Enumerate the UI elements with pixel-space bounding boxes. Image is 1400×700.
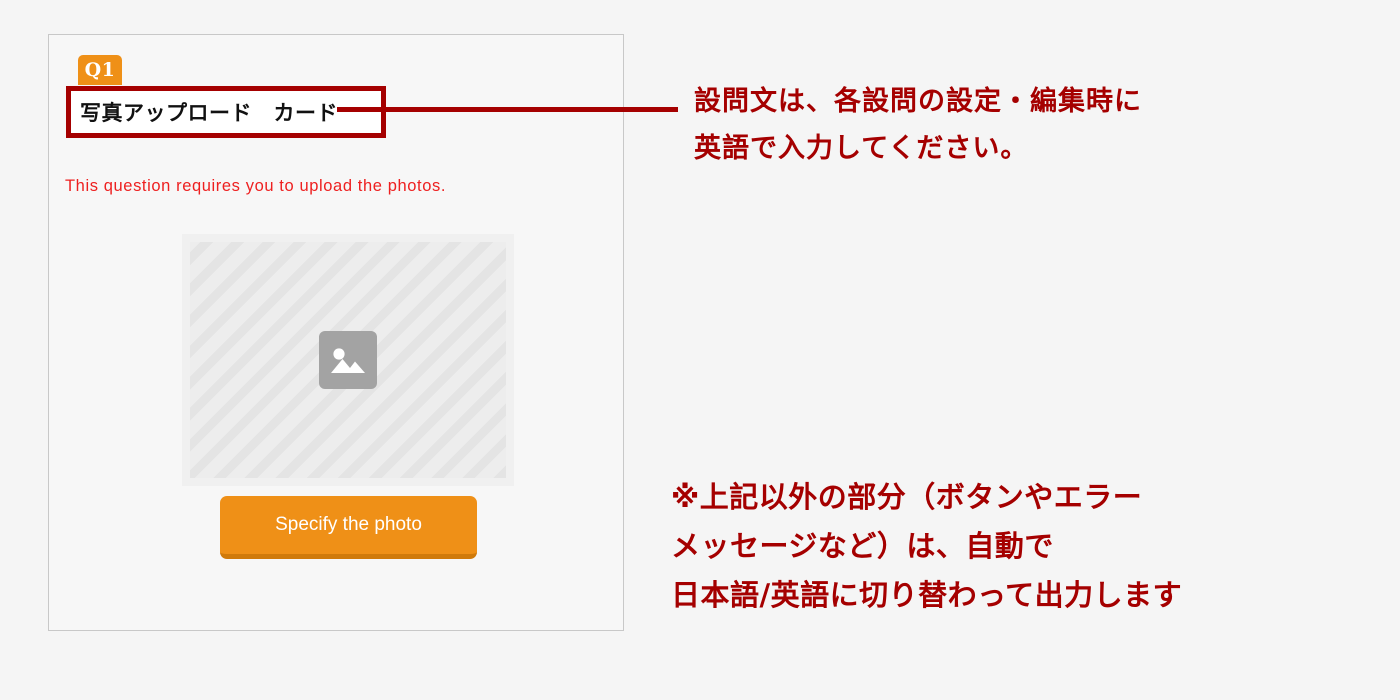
specify-the-photo-button[interactable]: Specify the photo [220,496,477,559]
annotation-title-note: 設問文は、各設問の設定・編集時に 英語で入力してください。 [694,78,1142,172]
photo-upload-preview[interactable] [182,234,514,486]
annotation-auto-note-line-3: 日本語/英語に切り替わって出力します [671,578,1183,612]
image-placeholder-icon [319,331,377,389]
annotation-title-note-line-2: 英語で入力してください。 [694,133,1029,164]
validation-error-message: This question requires you to upload the… [65,177,447,195]
question-title-text: 写真アップロード カード [80,102,338,125]
photo-placeholder-stripes [190,242,506,478]
annotation-auto-note-line-2: メッセージなど）は、自動で [671,529,1054,563]
question-card: Q1 写真アップロード カード This question requires y… [48,34,624,631]
annotation-title-note-line-1: 設問文は、各設問の設定・編集時に [694,86,1142,117]
annotation-auto-language-note: ※上記以外の部分（ボタンやエラー メッセージなど）は、自動で 日本語/英語に切り… [671,473,1182,620]
question-number-badge: Q1 [78,55,122,85]
annotation-auto-note-line-1: ※上記以外の部分（ボタンやエラー [671,480,1143,514]
question-title-highlight-box: 写真アップロード カード [66,86,386,138]
callout-connector-line [337,107,678,112]
